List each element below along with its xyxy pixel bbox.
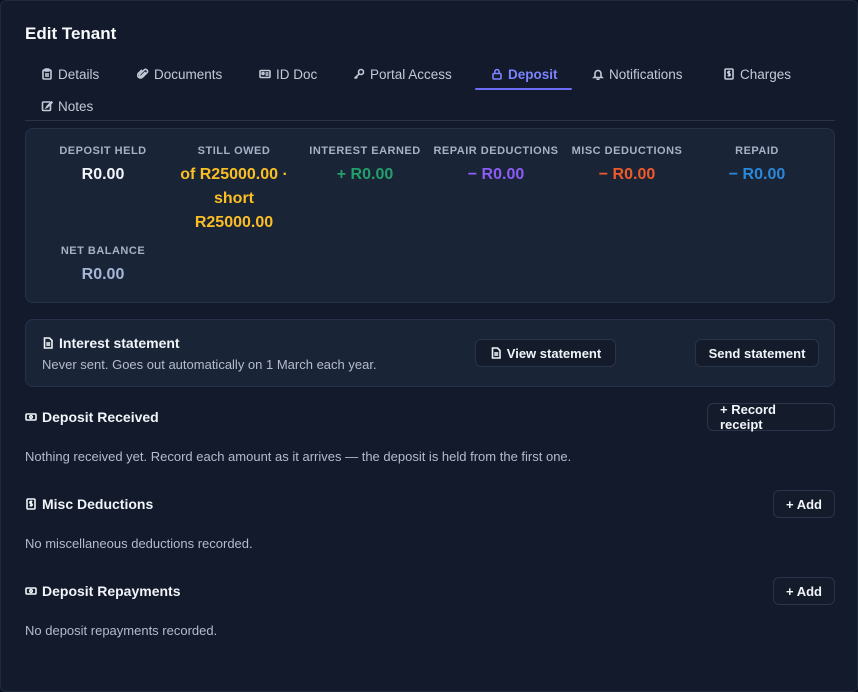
stat-net-balance: NET BALANCE R0.00	[33, 245, 173, 287]
document-icon	[43, 337, 53, 349]
stat-value: − R0.00	[728, 166, 786, 183]
stat-deposit-held: DEPOSIT HELD R0.00	[33, 145, 173, 187]
stat-label: DEPOSIT HELD	[59, 145, 147, 157]
stat-value: R0.00	[81, 266, 125, 283]
stat-label: REPAIR DEDUCTIONS	[433, 145, 559, 157]
misc-deductions-empty-text: No miscellaneous deductions recorded.	[25, 536, 253, 551]
misc-deductions-title: Misc Deductions	[25, 496, 153, 512]
send-statement-label: Send statement	[708, 345, 806, 361]
tab-label: Charges	[740, 66, 792, 82]
section-label: Deposit Repayments	[42, 583, 181, 599]
deposit-repayments-title: Deposit Repayments	[25, 583, 180, 599]
tab-label: ID Doc	[276, 66, 318, 82]
id-card-icon	[259, 69, 271, 79]
stat-repair-deductions: REPAIR DEDUCTIONS − R0.00	[426, 145, 566, 187]
stat-label: INTEREST EARNED	[309, 145, 421, 157]
invoice-icon	[26, 498, 36, 510]
paperclip-icon	[137, 68, 149, 79]
cash-icon	[25, 587, 37, 595]
record-receipt-button[interactable]: + Record receipt	[707, 402, 835, 432]
interest-statement-subtitle: Never sent. Goes out automatically on 1 …	[42, 357, 377, 372]
interest-statement-label: Interest statement	[59, 335, 180, 351]
stat-value: R0.00	[81, 166, 125, 183]
stat-label: STILL OWED	[197, 145, 271, 157]
tab-label: Deposit	[508, 66, 558, 82]
tab-portal-access[interactable]: Portal Access	[353, 59, 452, 89]
tab-label: Portal Access	[370, 66, 452, 82]
tab-label: Documents	[154, 66, 223, 82]
tab-notes[interactable]: Notes	[41, 91, 93, 121]
view-statement-button[interactable]: View statement	[475, 339, 616, 367]
tab-deposit[interactable]: Deposit	[491, 59, 558, 89]
send-statement-button[interactable]: Send statement	[695, 339, 819, 367]
invoice-icon	[724, 68, 734, 80]
record-receipt-label: + Record receipt	[720, 402, 776, 432]
key-icon	[353, 68, 365, 80]
add-repayment-button[interactable]: + Add	[773, 577, 835, 605]
view-statement-label: View statement	[506, 345, 602, 361]
stat-label: NET BALANCE	[60, 245, 146, 257]
stat-label: MISC DEDUCTIONS	[571, 145, 683, 157]
lock-icon	[492, 68, 502, 80]
interest-statement-title: Interest statement	[42, 335, 180, 351]
tab-divider	[25, 120, 835, 121]
tab-label: Notifications	[609, 66, 683, 82]
deposit-received-empty-text: Nothing received yet. Record each amount…	[25, 449, 572, 464]
add-label: + Add	[786, 583, 822, 599]
section-label: Misc Deductions	[42, 496, 154, 512]
interest-statement-card: Interest statement Never sent. Goes out …	[25, 319, 835, 387]
stat-value: of R25000.00 · short R25000.00	[180, 166, 288, 231]
stat-label: REPAID	[735, 145, 779, 157]
bell-icon	[592, 69, 604, 80]
add-label: + Add	[786, 496, 822, 512]
stat-interest-earned: INTEREST EARNED + R0.00	[295, 145, 435, 187]
tab-label: Details	[58, 66, 100, 82]
edit-icon	[41, 100, 53, 112]
deposit-summary-card: DEPOSIT HELD R0.00 STILL OWED of R25000.…	[25, 128, 835, 303]
tab-charges[interactable]: Charges	[723, 59, 791, 89]
active-tab-indicator	[475, 88, 572, 90]
stat-misc-deductions: MISC DEDUCTIONS − R0.00	[557, 145, 697, 187]
tab-id-doc[interactable]: ID Doc	[259, 59, 317, 89]
stat-repaid: REPAID − R0.00	[687, 145, 827, 187]
clipboard-icon	[42, 68, 52, 80]
stat-still-owed: STILL OWED of R25000.00 · short R25000.0…	[164, 145, 304, 235]
tab-notifications[interactable]: Notifications	[592, 59, 683, 89]
modal-title: Edit Tenant	[25, 24, 117, 43]
stat-value: + R0.00	[336, 166, 394, 183]
stat-value: − R0.00	[467, 166, 525, 183]
deposit-received-title: Deposit Received	[25, 409, 159, 425]
document-icon	[491, 347, 501, 359]
tab-label: Notes	[58, 98, 94, 114]
tab-documents[interactable]: Documents	[137, 59, 222, 89]
edit-tenant-modal: Edit Tenant Details Documents ID Doc Por…	[0, 0, 858, 692]
section-label: Deposit Received	[42, 409, 159, 425]
add-misc-deduction-button[interactable]: + Add	[773, 490, 835, 518]
deposit-repayments-empty-text: No deposit repayments recorded.	[25, 623, 218, 638]
stat-value: − R0.00	[598, 166, 656, 183]
cash-icon	[25, 413, 37, 421]
tab-details[interactable]: Details	[41, 59, 99, 89]
